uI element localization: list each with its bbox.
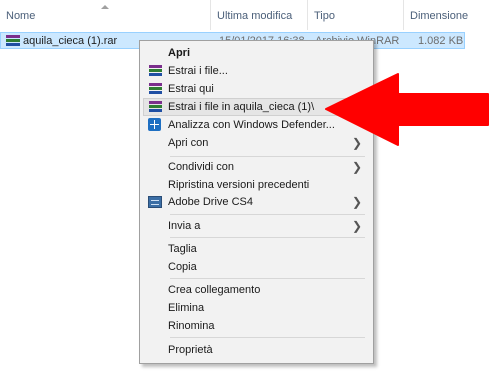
red-arrow-icon [325, 73, 489, 146]
